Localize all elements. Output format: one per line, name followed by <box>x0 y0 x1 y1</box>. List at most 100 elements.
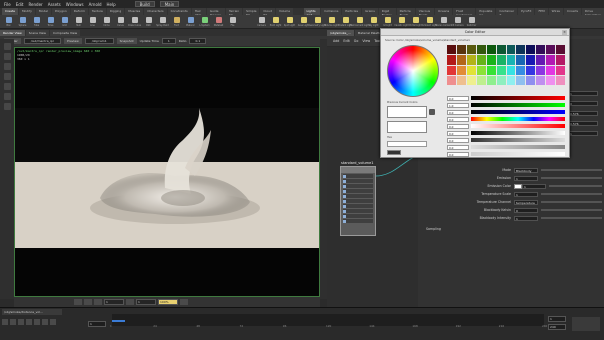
snapshot-button[interactable]: Snapshot <box>116 38 137 44</box>
jump-start-icon[interactable] <box>2 319 8 325</box>
shelf-tab-lighting[interactable]: Particle Fluids <box>396 8 415 17</box>
color-swatch[interactable] <box>506 75 516 85</box>
node-input-row[interactable] <box>343 194 373 198</box>
color-swatch[interactable] <box>466 75 476 85</box>
color-wheel[interactable] <box>387 45 439 97</box>
display-options-icon[interactable] <box>94 299 102 305</box>
color-swatch[interactable] <box>556 75 565 85</box>
shelf-tool-font[interactable]: Font <box>170 15 183 28</box>
play-reverse-icon[interactable] <box>18 319 24 325</box>
shelf-tool-box[interactable]: Box <box>2 15 15 28</box>
param-slider[interactable] <box>541 217 602 219</box>
shelf-tool-tube[interactable]: Tube <box>30 15 43 28</box>
node-input-connector-icon[interactable] <box>343 174 346 178</box>
color-swatch[interactable] <box>546 65 556 75</box>
node-input-row[interactable] <box>343 179 373 183</box>
render-region-icon[interactable] <box>74 299 82 305</box>
node-input-connector-icon[interactable] <box>343 204 346 208</box>
node-input-connector-icon[interactable] <box>343 179 346 183</box>
close-icon[interactable]: ✕ <box>562 30 567 35</box>
node-input-row[interactable] <box>343 184 373 188</box>
frame-field[interactable]: 1 <box>104 299 124 305</box>
menu-assets[interactable]: Assets <box>48 2 61 7</box>
shelf-tab[interactable]: Create <box>2 8 18 15</box>
shelf-tab[interactable]: Characters <box>144 8 167 15</box>
param-field[interactable]: temperature <box>514 199 538 205</box>
shelf-tool-caustic-light[interactable]: Caustic Light <box>394 15 409 28</box>
realtime-toggle[interactable] <box>572 317 600 331</box>
color-channel-slider[interactable] <box>471 145 565 149</box>
menu-edit-net[interactable]: Edit <box>343 39 349 43</box>
color-swatch[interactable] <box>456 75 466 85</box>
color-channel-slider[interactable] <box>471 103 565 107</box>
color-swatch[interactable] <box>476 45 486 55</box>
tab-network[interactable]: /obj/smoke_... <box>327 29 354 36</box>
node-input-connector-icon[interactable] <box>343 209 346 213</box>
shelf-tab[interactable]: Simple FX <box>243 8 260 17</box>
color-swatch[interactable] <box>556 65 565 75</box>
param-field[interactable]: 1 <box>514 215 538 221</box>
shelf-tab-lighting[interactable]: Rigid Bodies <box>378 8 396 17</box>
color-swatch[interactable] <box>546 45 556 55</box>
shelf-tool-draw-curve[interactable]: Draw Curve <box>128 15 141 28</box>
shelf-tab-lighting[interactable]: Grains <box>362 8 378 15</box>
color-swatch[interactable] <box>506 55 516 65</box>
color-swatch[interactable] <box>496 65 506 75</box>
color-swatch[interactable] <box>447 55 456 65</box>
shelf-tab[interactable]: Modify <box>18 8 35 15</box>
node-input-row[interactable] <box>343 199 373 203</box>
shelf-tool-switcher[interactable]: Switcher <box>465 15 478 28</box>
menu-render[interactable]: Render <box>28 2 42 7</box>
color-correct-icon[interactable] <box>84 299 92 305</box>
shelf-tab-lighting[interactable]: Container T... <box>496 8 518 17</box>
stop-icon[interactable] <box>26 319 32 325</box>
shelf-tab[interactable]: Rigging <box>106 8 125 15</box>
color-swatch[interactable] <box>516 45 526 55</box>
color-swatch[interactable] <box>546 55 556 65</box>
menu-go[interactable]: Go <box>354 39 359 43</box>
standard-volume-node[interactable] <box>340 166 376 236</box>
color-swatch[interactable] <box>526 45 536 55</box>
side-param-field[interactable]: 1 <box>568 91 598 96</box>
end-frame-field[interactable]: 240 <box>548 324 566 330</box>
param-slider[interactable] <box>541 193 602 195</box>
param-slider[interactable] <box>541 201 602 203</box>
color-swatch[interactable] <box>496 55 506 65</box>
scale-tool-icon[interactable] <box>3 73 11 80</box>
shelf-tool-sky-light[interactable]: Sky Light <box>367 15 380 28</box>
color-swatch[interactable] <box>476 65 486 75</box>
select-tool-icon[interactable] <box>3 43 11 50</box>
value-field[interactable]: 1 <box>136 299 156 305</box>
side-param-field[interactable]: 0.576 <box>568 121 598 126</box>
current-frame-field[interactable]: 1 <box>88 321 106 327</box>
shelf-tab-lighting[interactable]: Populate Co... <box>476 8 496 17</box>
shelf-tool-l-system[interactable]: L-System <box>198 15 211 28</box>
shelf-tool-camera[interactable]: Camera <box>255 15 268 28</box>
shelf-tool-circle[interactable]: Circle <box>100 15 113 28</box>
shelf-tab[interactable]: Muscles <box>125 8 144 15</box>
shelf-tool-torus[interactable]: Torus <box>44 15 57 28</box>
color-channel-field[interactable]: 0.0 <box>447 144 469 150</box>
shelf-tab-lighting[interactable]: Oceans <box>434 8 453 15</box>
color-swatch[interactable] <box>546 75 556 85</box>
gamma-icon[interactable] <box>126 299 134 305</box>
menu-edit[interactable]: Edit <box>16 2 24 7</box>
step-forward-icon[interactable] <box>42 319 48 325</box>
color-channel-field[interactable]: 0.0 <box>447 123 469 129</box>
shelf-tab[interactable]: Texture <box>88 8 106 15</box>
color-channel-slider[interactable] <box>471 96 565 100</box>
color-swatch[interactable] <box>447 45 456 55</box>
shelf-tool-vr-camera[interactable]: VR Camera <box>451 15 464 28</box>
color-channel-slider[interactable] <box>471 131 565 135</box>
color-channel-field[interactable]: 1.0 <box>447 102 469 108</box>
shelf-tab-lighting[interactable]: Collisions <box>321 8 342 15</box>
color-swatch[interactable] <box>536 75 546 85</box>
zoom-field[interactable]: 100% <box>158 299 178 305</box>
emission-color-swatch[interactable] <box>514 183 522 189</box>
render-path-field[interactable]: /out/mantra_ipr <box>23 38 62 44</box>
param-field[interactable]: 1 <box>514 191 538 197</box>
param-slider[interactable] <box>549 185 602 187</box>
shelf-tool-stereo-camera[interactable]: Stereo Camera <box>435 15 452 28</box>
shelf-tool-geometry-light[interactable]: Geometry Light <box>309 15 326 28</box>
color-swatch[interactable] <box>516 75 526 85</box>
